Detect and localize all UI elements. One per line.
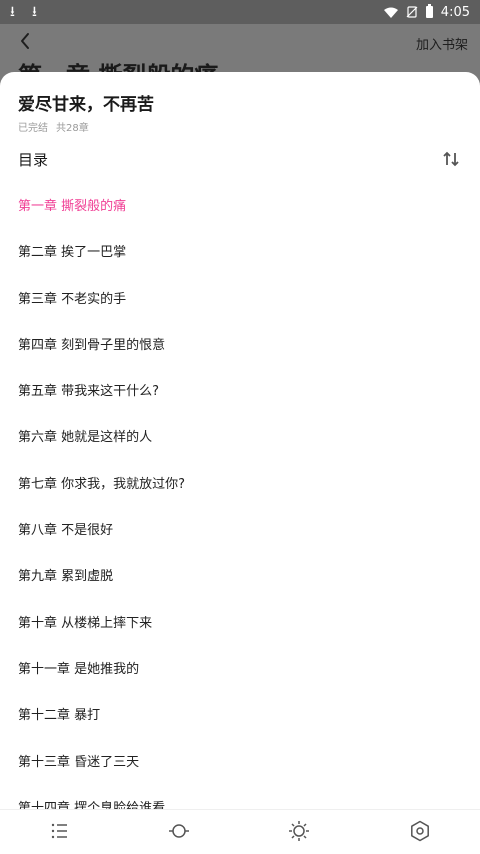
status-bar: ⭳ ⭳ 4:05 xyxy=(0,0,480,24)
chapter-item-current[interactable]: 第一章 撕裂般的痛 xyxy=(0,184,480,230)
chapter-item[interactable]: 第十章 从楼梯上摔下来 xyxy=(0,601,480,647)
chapter-count: 共28章 xyxy=(56,123,89,134)
battery-icon xyxy=(425,4,433,18)
chapter-item[interactable]: 第十三章 昏迷了三天 xyxy=(0,740,480,786)
chapter-item[interactable]: 第二章 挨了一巴掌 xyxy=(0,230,480,276)
sort-icon xyxy=(443,151,459,167)
chapter-item[interactable]: 第五章 带我来这干什么? xyxy=(0,369,480,415)
progress-button[interactable] xyxy=(168,820,190,842)
status-time: 4:05 xyxy=(440,4,470,20)
brightness-button[interactable] xyxy=(288,820,310,842)
book-title: 爱尽甘来，不再苦 xyxy=(18,95,154,115)
add-to-shelf-button[interactable]: 加入书架 xyxy=(416,34,468,53)
book-status: 已完结 xyxy=(18,123,48,134)
download-icon: ⭳ xyxy=(10,4,15,20)
chevron-left-icon xyxy=(21,33,29,49)
chapter-item[interactable]: 第十四章 摆个臭脸给谁看 xyxy=(0,786,480,810)
progress-icon xyxy=(169,824,189,838)
chapter-item[interactable]: 第八章 不是很好 xyxy=(0,508,480,554)
chapter-item[interactable]: 第十一章 是她推我的 xyxy=(0,647,480,693)
toc-button[interactable] xyxy=(49,820,71,842)
chapter-item[interactable]: 第六章 她就是这样的人 xyxy=(0,415,480,461)
book-meta: 已完结 共28章 xyxy=(18,119,89,134)
reader-toolbar: 加入书架 xyxy=(0,24,480,60)
brightness-icon xyxy=(289,821,309,841)
wifi-icon xyxy=(383,7,398,18)
back-button[interactable] xyxy=(14,28,36,54)
chapter-list: 第一章 撕裂般的痛 第二章 挨了一巴掌 第三章 不老实的手 第四章 刻到骨子里的恨意第… xyxy=(0,184,480,810)
chapter-item[interactable]: 第十二章 暴打 xyxy=(0,693,480,739)
chapter-item[interactable]: 第七章 你求我，我就放过你? xyxy=(0,462,480,508)
status-right: 4:05 xyxy=(383,3,470,21)
toc-title: 目录 xyxy=(18,151,49,169)
no-sim-icon xyxy=(406,6,418,18)
settings-icon xyxy=(411,820,429,842)
list-icon xyxy=(51,823,67,839)
chapter-item[interactable]: 第九章 累到虚脱 xyxy=(0,554,480,600)
chapter-item[interactable]: 第四章 刻到骨子里的恨意 xyxy=(0,323,480,369)
chapter-item[interactable]: 第三章 不老实的手 xyxy=(0,277,480,323)
download-icon: ⭳ xyxy=(32,4,37,20)
settings-button[interactable] xyxy=(409,820,431,842)
sort-button[interactable] xyxy=(442,150,460,168)
bottom-toolbar xyxy=(0,809,480,854)
toc-sheet: 爱尽甘来，不再苦 已完结 共28章 目录 第一章 撕裂般的痛 第二章 挨了一巴掌第… xyxy=(0,72,480,854)
